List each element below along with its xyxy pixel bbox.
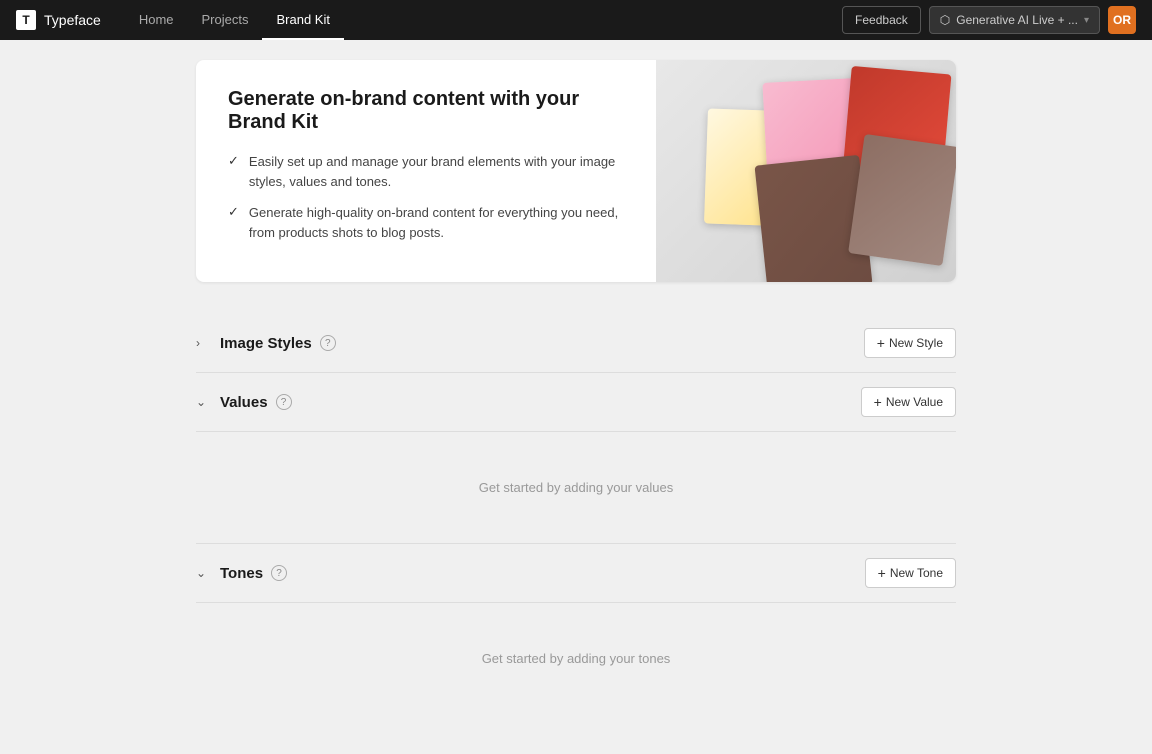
nav-home[interactable]: Home xyxy=(125,0,188,40)
gen-ai-button[interactable]: ⬡ Generative AI Live + ... ▾ xyxy=(929,6,1100,34)
image-styles-left: › Image Styles ? xyxy=(196,335,336,352)
new-tone-button[interactable]: + New Tone xyxy=(865,558,956,588)
avatar[interactable]: OR xyxy=(1108,6,1136,34)
hero-text-1: Easily set up and manage your brand elem… xyxy=(249,152,624,191)
values-empty-state: Get started by adding your values xyxy=(196,432,956,543)
main-content: Generate on-brand content with your Bran… xyxy=(196,40,956,754)
hero-item-2: ✓ Generate high-quality on-brand content… xyxy=(228,203,624,242)
values-section: ⌄ Values ? + New Value Get started by ad… xyxy=(196,373,956,543)
hero-image xyxy=(656,60,956,282)
hero-text-2: Generate high-quality on-brand content f… xyxy=(249,203,624,242)
values-help-icon[interactable]: ? xyxy=(276,394,292,410)
hero-card: Generate on-brand content with your Bran… xyxy=(196,60,956,282)
checkmark-icon-1: ✓ xyxy=(228,153,239,169)
collage-item-3 xyxy=(848,134,956,266)
hero-item-1: ✓ Easily set up and manage your brand el… xyxy=(228,152,624,191)
nav-brand-kit[interactable]: Brand Kit xyxy=(262,0,343,40)
new-style-button[interactable]: + New Style xyxy=(864,328,956,358)
nav-actions: Feedback ⬡ Generative AI Live + ... ▾ OR xyxy=(842,6,1136,34)
tones-help-icon[interactable]: ? xyxy=(271,565,287,581)
nav-projects[interactable]: Projects xyxy=(188,0,263,40)
chevron-down-icon: ▾ xyxy=(1084,15,1089,26)
chevron-down-icon-values: ⌄ xyxy=(196,395,212,409)
new-value-label: New Value xyxy=(886,395,943,409)
logo-text: Typeface xyxy=(44,12,101,28)
values-title: Values xyxy=(220,394,268,411)
tones-empty-state: Get started by adding your tones xyxy=(196,603,956,714)
image-styles-header[interactable]: › Image Styles ? + New Style xyxy=(196,314,956,373)
chevron-right-icon: › xyxy=(196,336,212,350)
tones-left: ⌄ Tones ? xyxy=(196,565,287,582)
gen-ai-label: Generative AI Live + ... xyxy=(956,13,1078,27)
chevron-down-icon-tones: ⌄ xyxy=(196,566,212,580)
feedback-button[interactable]: Feedback xyxy=(842,6,921,34)
image-styles-section: › Image Styles ? + New Style xyxy=(196,314,956,373)
image-styles-help-icon[interactable]: ? xyxy=(320,335,336,351)
values-left: ⌄ Values ? xyxy=(196,394,292,411)
checkmark-icon-2: ✓ xyxy=(228,204,239,220)
hero-content: Generate on-brand content with your Bran… xyxy=(196,60,656,282)
tones-section: ⌄ Tones ? + New Tone Get started by addi… xyxy=(196,544,956,714)
gen-ai-icon: ⬡ xyxy=(940,13,950,27)
tones-title: Tones xyxy=(220,565,263,582)
hero-title: Generate on-brand content with your Bran… xyxy=(228,88,624,134)
nav-links: Home Projects Brand Kit xyxy=(125,0,842,40)
values-header[interactable]: ⌄ Values ? + New Value xyxy=(196,373,956,432)
plus-icon-tone: + xyxy=(878,565,886,581)
logo[interactable]: T Typeface xyxy=(16,10,101,30)
new-tone-label: New Tone xyxy=(890,566,943,580)
image-styles-title: Image Styles xyxy=(220,335,312,352)
tones-header[interactable]: ⌄ Tones ? + New Tone xyxy=(196,544,956,603)
plus-icon-value: + xyxy=(874,394,882,410)
navigation: T Typeface Home Projects Brand Kit Feedb… xyxy=(0,0,1152,40)
new-value-button[interactable]: + New Value xyxy=(861,387,956,417)
plus-icon: + xyxy=(877,335,885,351)
hero-collage xyxy=(656,60,956,282)
new-style-label: New Style xyxy=(889,336,943,350)
logo-icon: T xyxy=(16,10,36,30)
